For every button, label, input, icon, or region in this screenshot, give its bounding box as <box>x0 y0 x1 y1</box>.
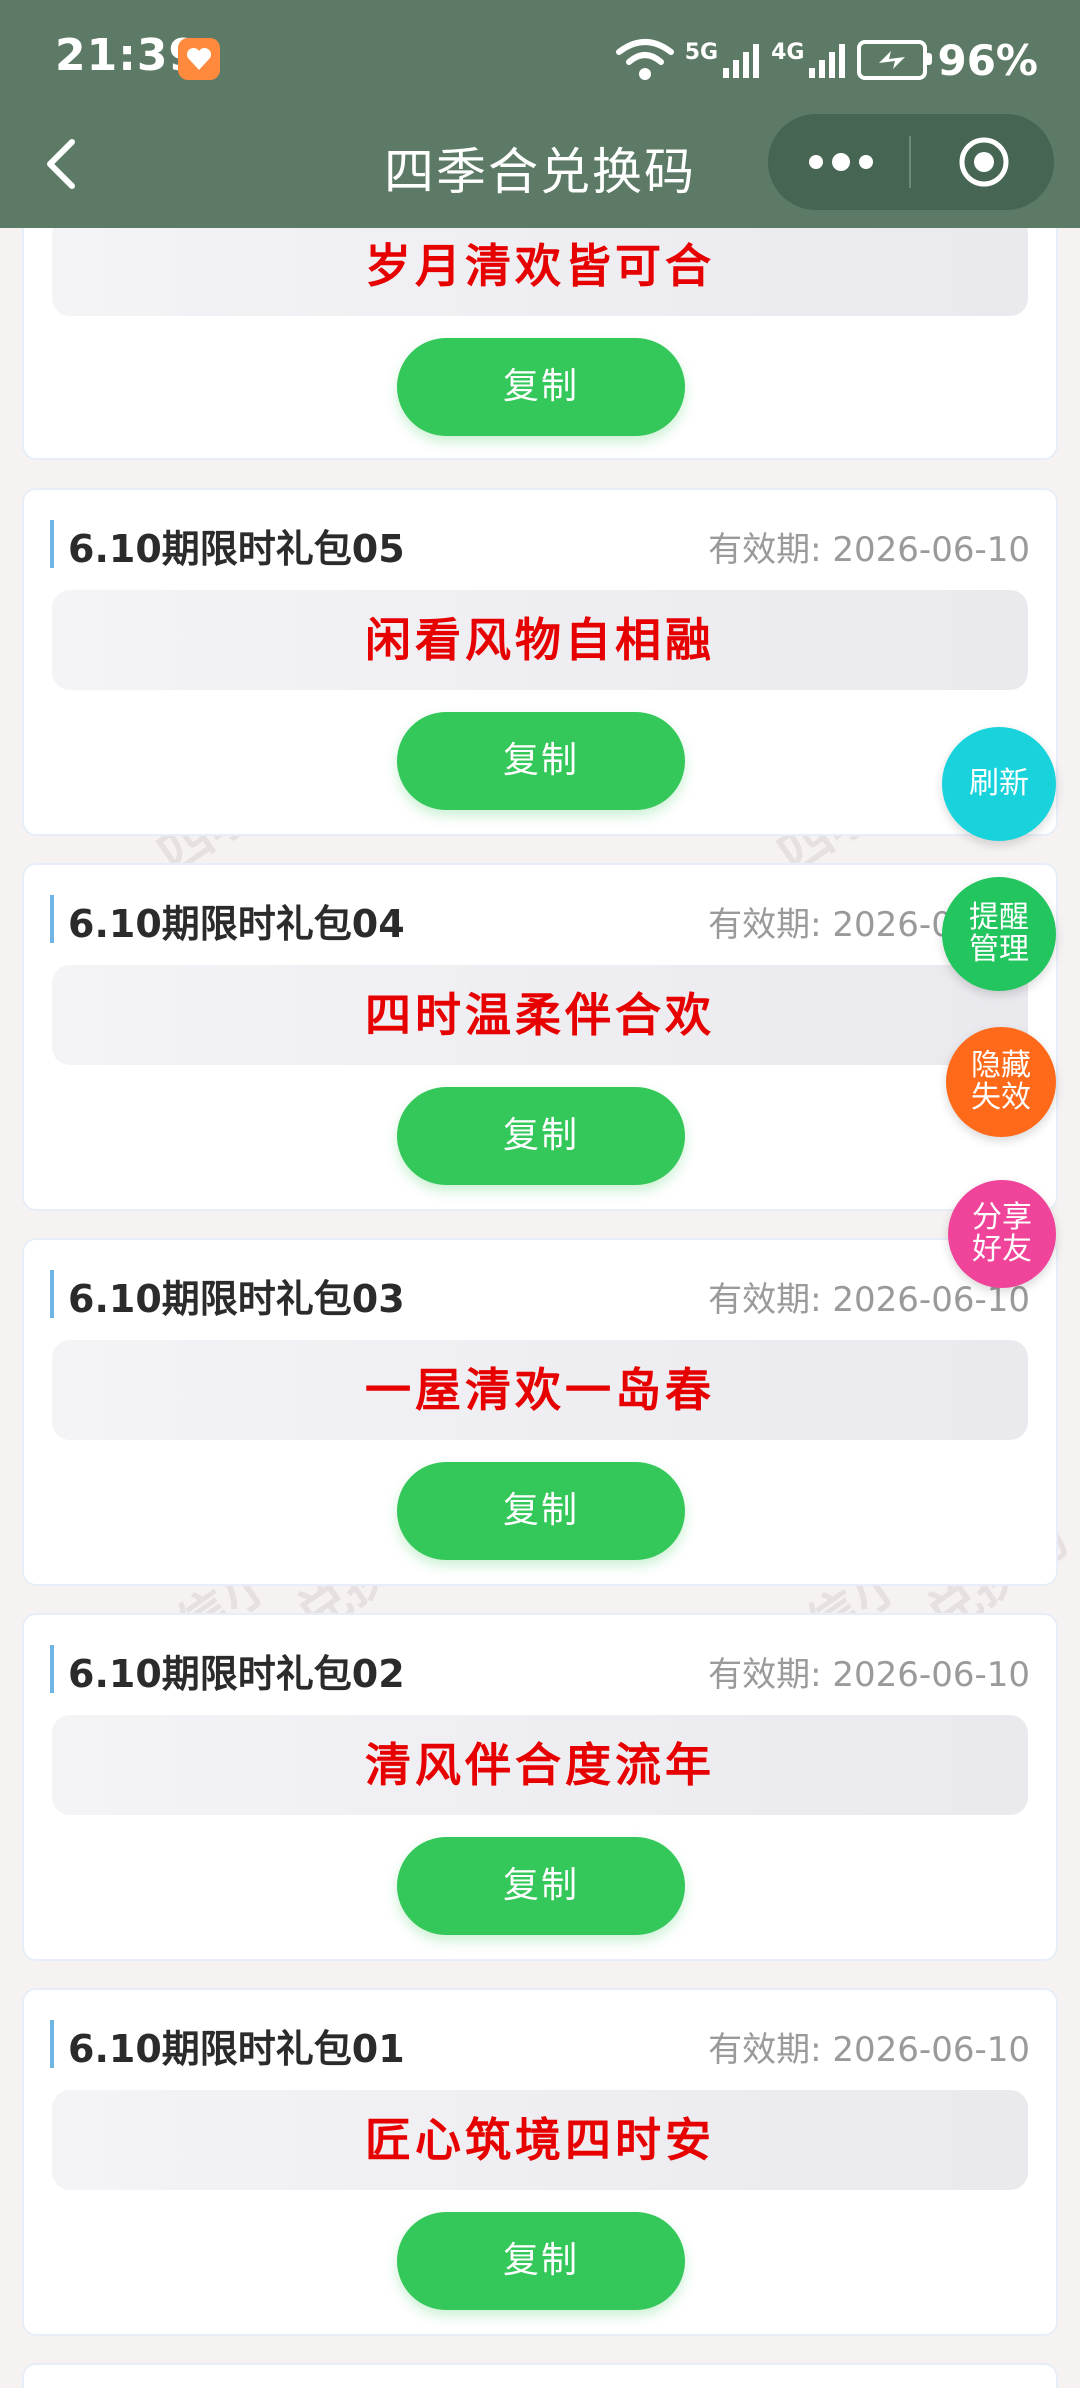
reminder-manage-label: 提醒 管理 <box>969 900 1029 967</box>
card-accent-bar <box>50 2020 54 2068</box>
copy-button[interactable]: 复制 <box>397 1087 685 1185</box>
battery-icon <box>857 40 933 80</box>
target-icon[interactable] <box>958 136 1010 188</box>
screen: 21:39 5G 4G 96% 四季合兑换码 微信小程序 微信小程序 岁月清欢皆… <box>0 0 1080 2388</box>
card-header: 6.10期限时礼包05 有效期: 2026-06-10 <box>50 518 1030 571</box>
expiry-date: 有效期: 2026-06-10 <box>708 1655 1030 1695</box>
hide-expired-button[interactable]: 隐藏 失效 <box>946 1027 1056 1137</box>
card-header: 6.10期限时礼包01 有效期: 2026-06-10 <box>50 2018 1030 2071</box>
code-card-partial: 岁月清欢皆可合 复制 <box>22 188 1058 460</box>
card-accent-bar <box>50 895 54 943</box>
redeem-code: 岁月清欢皆可合 <box>52 216 1028 316</box>
card-accent-bar <box>50 520 54 568</box>
card-accent-bar <box>50 1270 54 1318</box>
reminder-manage-button[interactable]: 提醒 管理 <box>942 877 1056 991</box>
expiry-date: 有效期: 2026-06-10 <box>708 2030 1030 2070</box>
card-title: 6.10期限时礼包05 <box>68 527 405 571</box>
card-header: 6.10期限时礼包02 有效期: 2026-06-10 <box>50 1643 1030 1696</box>
network-5g-label: 5G <box>684 40 719 65</box>
copy-button[interactable]: 复制 <box>397 1837 685 1935</box>
redeem-code: 闲看风物自相融 <box>52 590 1028 690</box>
network-4g-label: 4G <box>771 40 805 65</box>
battery-percent: 96% <box>937 35 1038 85</box>
top-bar: 21:39 5G 4G 96% 四季合兑换码 <box>0 0 1080 228</box>
capsule-divider <box>909 136 911 188</box>
more-dots-icon[interactable] <box>806 148 876 176</box>
signal-4g-icon: 4G <box>771 40 847 80</box>
redeem-code: 清风伴合度流年 <box>52 1715 1028 1815</box>
code-card: 6.10期限时礼包03 有效期: 2026-06-10 一屋清欢一岛春 复制 <box>22 1238 1058 1586</box>
heart-app-icon <box>178 38 220 80</box>
copy-button[interactable]: 复制 <box>397 712 685 810</box>
card-title: 6.10期限时礼包02 <box>68 1652 405 1696</box>
card-title: 6.10期限时礼包01 <box>68 2027 405 2071</box>
hide-expired-label: 隐藏 失效 <box>971 1048 1031 1115</box>
wifi-icon <box>615 39 674 80</box>
redeem-code: 四时温柔伴合欢 <box>52 965 1028 1065</box>
redeem-code: 匠心筑境四时安 <box>52 2090 1028 2190</box>
card-title: 6.10期限时礼包04 <box>68 902 405 946</box>
card-header: 6.10期限时礼包03 有效期: 2026-06-10 <box>50 1268 1030 1321</box>
code-card: 6.10期限时礼包04 有效期: 2026-06-10 四时温柔伴合欢 复制 <box>22 863 1058 1211</box>
refresh-label: 刷新 <box>969 766 1029 801</box>
code-card: 6.10期限时礼包01 有效期: 2026-06-10 匠心筑境四时安 复制 <box>22 1988 1058 2336</box>
code-card-partial <box>22 2363 1058 2388</box>
mini-program-capsule <box>768 114 1054 210</box>
code-card: 6.10期限时礼包05 有效期: 2026-06-10 闲看风物自相融 复制 <box>22 488 1058 836</box>
copy-button[interactable]: 复制 <box>397 1462 685 1560</box>
card-title: 6.10期限时礼包03 <box>68 1277 405 1321</box>
redeem-code: 一屋清欢一岛春 <box>52 1340 1028 1440</box>
refresh-button[interactable]: 刷新 <box>942 727 1056 841</box>
copy-button[interactable]: 复制 <box>397 2212 685 2310</box>
share-friends-button[interactable]: 分享 好友 <box>948 1180 1056 1288</box>
signal-5g-icon: 5G <box>685 40 761 80</box>
card-accent-bar <box>50 1645 54 1693</box>
share-friends-label: 分享 好友 <box>972 1200 1032 1267</box>
expiry-date: 有效期: 2026-06-10 <box>708 530 1030 570</box>
code-list: 微信小程序四季合兑换码 微信小程序四季合兑换码 微信小程序四季合兑换码 微信小程… <box>0 188 1080 2388</box>
status-right: 5G 4G 96% <box>615 30 1038 90</box>
copy-button[interactable]: 复制 <box>397 338 685 436</box>
card-header: 6.10期限时礼包04 有效期: 2026-06-10 <box>50 893 1030 946</box>
code-card: 6.10期限时礼包02 有效期: 2026-06-10 清风伴合度流年 复制 <box>22 1613 1058 1961</box>
